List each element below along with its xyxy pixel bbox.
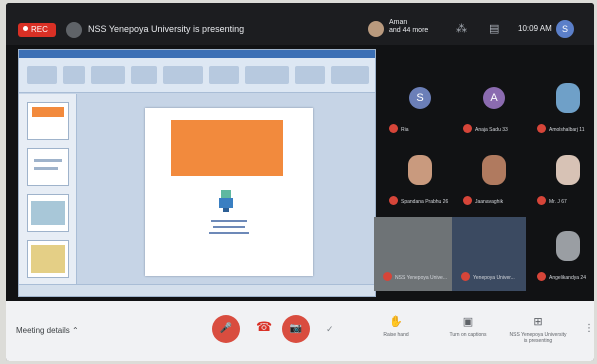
participant-photo [408, 155, 432, 185]
participant-tile[interactable]: Mr. J 67 [534, 147, 594, 209]
attendee-avatar[interactable] [368, 21, 384, 37]
shared-screen [18, 49, 376, 297]
mic-muted-icon [389, 196, 398, 205]
participant-tile[interactable]: A Anaja Sadu 33 [460, 75, 526, 137]
bottom-control-bar: Meeting details ⌃ 🎤 ☎ 📷 ✓ ✋ Raise hand ▣ T… [6, 301, 594, 361]
slide-thumb [27, 102, 69, 140]
participant-name: Anaja Sadu 33 [475, 127, 508, 133]
phone-hangup-icon: ☎ [256, 319, 273, 334]
mic-muted-icon [461, 272, 470, 281]
presenting-button-label: NSS Yenepoya University is presenting [509, 332, 567, 344]
participant-name: Amolshalbarj 11 [549, 127, 585, 133]
slide-thumb [27, 240, 69, 278]
participant-name: Jaanavaghik [475, 199, 504, 205]
slide-title-banner [171, 120, 283, 176]
self-avatar[interactable]: S [556, 20, 574, 38]
more-options-icon[interactable]: ⋮ [584, 323, 594, 334]
participant-photo [556, 155, 580, 185]
attendee-more: and 44 more [389, 27, 429, 34]
mic-muted-icon [389, 124, 398, 133]
participant-name: Spandana Prabhu 26 [401, 199, 449, 205]
slide-text-line [209, 232, 249, 234]
hang-up-button[interactable]: ☎ [256, 319, 272, 335]
clock: 10:09 AM [518, 24, 552, 33]
camera-button[interactable]: 📷 [282, 315, 310, 343]
hand-icon: ✋ [389, 316, 403, 328]
slide-text-line [211, 220, 247, 222]
nss-logo-icon [219, 190, 233, 212]
mic-muted-icon [537, 272, 546, 281]
people-icon[interactable]: ⁂ [456, 22, 467, 35]
participant-photo [556, 231, 580, 261]
microphone-off-icon: 🎤 [219, 323, 233, 334]
raise-hand-label: Raise hand [383, 332, 409, 338]
check-icon: ✓ [326, 324, 334, 334]
slide-thumb [27, 194, 69, 232]
participant-name: Angelikandya 24 [549, 275, 586, 281]
participant-tile[interactable]: NSS Yenepoya Unive... [374, 217, 452, 291]
participant-tile[interactable]: Amolshalbarj 11 [534, 75, 594, 137]
recording-badge: REC [18, 23, 56, 37]
captions-button[interactable]: ▣ Turn on captions [438, 315, 498, 338]
participant-avatar: S [409, 87, 431, 109]
participant-tile[interactable]: Spandana Prabhu 26 [386, 147, 452, 209]
microphone-button[interactable]: 🎤 [212, 315, 240, 343]
raise-hand-button[interactable]: ✋ Raise hand [366, 315, 426, 338]
participant-name: Yenepoya Univer... [473, 275, 515, 281]
captions-label: Turn on captions [449, 332, 487, 338]
top-bar: REC NSS Yenepoya University is presentin… [6, 3, 594, 45]
record-dot-icon [23, 26, 28, 31]
chat-icon[interactable]: ▤ [489, 22, 499, 35]
ppt-status-bar [19, 284, 375, 296]
rec-label: REC [31, 25, 48, 34]
participant-name: NSS Yenepoya Unive... [395, 275, 447, 281]
ppt-ribbon [19, 58, 375, 93]
participant-tile[interactable]: Yenepoya Univer... [452, 217, 526, 291]
slide-text-line [213, 226, 245, 228]
slide-thumbnails [19, 94, 77, 286]
mic-muted-icon [463, 124, 472, 133]
participant-tile[interactable]: Jaanavaghik [460, 147, 526, 209]
captions-icon: ▣ [462, 316, 474, 328]
current-slide [145, 108, 313, 276]
chevron-up-icon: ⌃ [72, 326, 79, 335]
presenter-avatar [66, 22, 82, 38]
camera-off-icon: 📷 [289, 323, 303, 334]
participant-name: Ria [401, 127, 409, 133]
mic-muted-icon [537, 196, 546, 205]
attendee-name: Aman [389, 19, 408, 26]
ppt-title-bar [19, 50, 375, 58]
present-screen-icon: ⊞ [533, 316, 543, 328]
mic-muted-icon [463, 196, 472, 205]
attendee-summary[interactable]: Aman and 44 more [389, 19, 428, 35]
participant-photo [482, 155, 506, 185]
participant-name: Mr. J 67 [549, 199, 567, 205]
participant-tile[interactable]: S Ria [386, 75, 452, 137]
meet-window: REC NSS Yenepoya University is presentin… [6, 3, 594, 361]
participant-avatar: A [483, 87, 505, 109]
participant-tile[interactable]: Angelikandya 24 [534, 223, 594, 285]
meeting-details-label: Meeting details [16, 326, 70, 335]
mic-muted-icon [383, 272, 392, 281]
mic-muted-icon [537, 124, 546, 133]
participant-photo [556, 83, 580, 113]
slide-thumb [27, 148, 69, 186]
presenting-label: NSS Yenepoya University is presenting [88, 24, 245, 34]
presenting-button[interactable]: ⊞ NSS Yenepoya University is presenting [508, 315, 568, 344]
meeting-details-button[interactable]: Meeting details ⌃ [16, 326, 79, 335]
